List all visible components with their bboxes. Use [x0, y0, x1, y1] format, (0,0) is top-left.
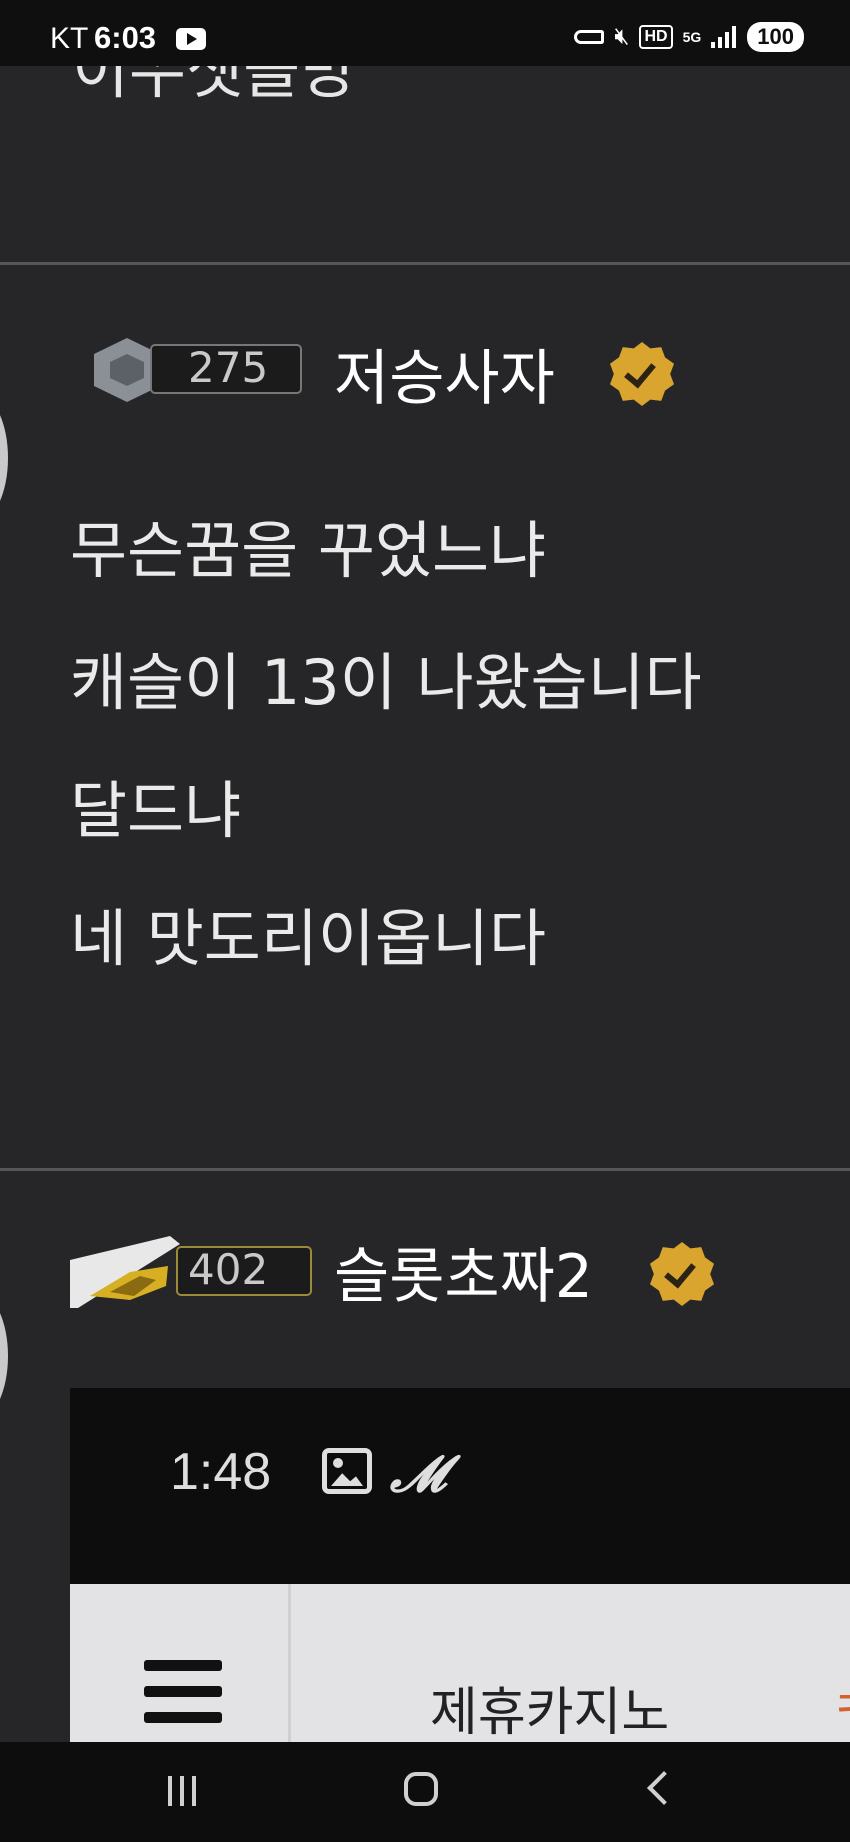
youtube-notification-icon: [176, 28, 206, 50]
signal-icon: [711, 26, 737, 48]
embedded-app-header: 제휴카지노 ㅋ: [70, 1584, 850, 1742]
status-bar: KT 6:03 🔇︎ HD 5G 100: [0, 0, 850, 66]
navigation-bar: [0, 1742, 850, 1842]
back-icon[interactable]: [647, 1771, 681, 1805]
status-clock: 6:03: [94, 20, 157, 55]
rank-emblem-icon: [70, 1236, 180, 1308]
embedded-title: 제휴카지노: [430, 1683, 670, 1742]
comment-feed[interactable]: 이쑤셋을방 275 저승사자 무슨꿈을 꾸었느냐 캐슬이 13이 나왔습니다 달…: [0, 66, 850, 1742]
hamburger-menu-icon: [144, 1660, 222, 1724]
vpn-key-icon: [574, 30, 605, 44]
recent-apps-icon[interactable]: [168, 1776, 198, 1806]
embedded-cut-text: ㅋ: [830, 1668, 850, 1722]
network-type-icon: 5G: [682, 29, 702, 45]
comment-line: 무슨꿈을 꾸었느냐: [70, 514, 547, 587]
comment-line: 네 맛도리이옵니다: [70, 902, 547, 975]
level-badge: 275: [94, 334, 314, 406]
system-icons: 🔇︎ HD 5G 100: [574, 22, 804, 52]
hd-voice-icon: HD: [639, 25, 673, 49]
previous-comment-text: 이쑤셋을방: [72, 66, 358, 107]
username[interactable]: 슬롯초짜2: [334, 1228, 593, 1315]
comment-line: 달드냐: [70, 774, 242, 847]
divider: [0, 1168, 850, 1171]
avatar[interactable]: [0, 1292, 8, 1420]
level-number: 275: [150, 344, 302, 394]
avatar[interactable]: [0, 394, 8, 522]
attached-screenshot[interactable]: 1:48 𝓜 제휴카지노 ㅋ: [70, 1388, 850, 1742]
level-badge: 402: [70, 1236, 316, 1308]
home-icon[interactable]: [404, 1772, 438, 1806]
carrier-label: KT: [50, 22, 89, 55]
verified-badge-icon: [610, 342, 674, 406]
embedded-menu-cell: [70, 1584, 291, 1742]
mute-icon: 🔇︎: [614, 23, 630, 50]
m-app-icon: 𝓜: [390, 1444, 446, 1503]
level-number: 402: [176, 1246, 312, 1296]
divider: [0, 262, 850, 265]
embedded-status-time: 1:48: [170, 1443, 272, 1501]
username[interactable]: 저승사자: [334, 330, 555, 417]
battery-indicator: 100: [747, 22, 804, 52]
comment-line: 캐슬이 13이 나왔습니다: [70, 646, 702, 719]
gallery-icon: [322, 1448, 372, 1494]
verified-badge-icon: [650, 1242, 714, 1306]
